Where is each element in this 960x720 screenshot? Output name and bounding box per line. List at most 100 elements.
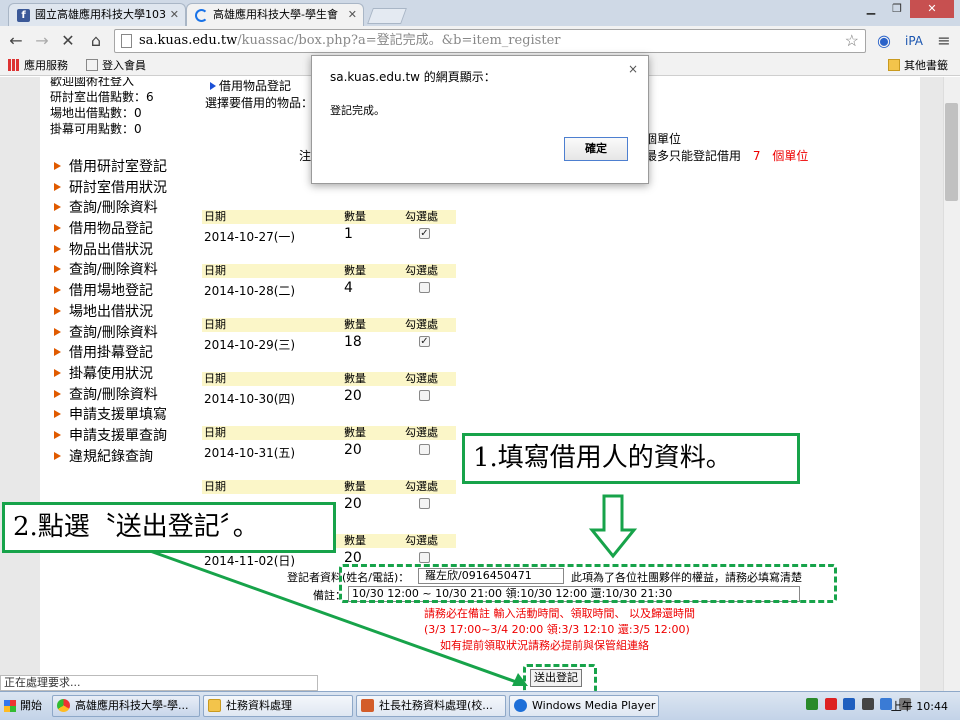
submit-highlight-box: [523, 664, 597, 694]
extension-icon[interactable]: ◉: [874, 31, 894, 50]
dialog-close-icon[interactable]: ×: [628, 62, 638, 76]
folder-icon: [888, 59, 900, 71]
dialog-message: 登記完成。: [330, 104, 385, 117]
day-body: 2014-10-29(三) 18 ✓: [202, 332, 456, 353]
welcome-text: 歡迎國術社登入: [50, 77, 135, 88]
network-icon[interactable]: [806, 698, 818, 710]
close-tab-icon[interactable]: ✕: [348, 4, 357, 26]
room-points: 研討室出借點數：6: [50, 90, 154, 104]
taskbar-item-label: 社務資料處理: [226, 699, 292, 712]
nav-item[interactable]: 物品出借狀況: [54, 240, 167, 261]
day-checkbox[interactable]: [419, 390, 430, 401]
nav-item[interactable]: 查詢/刪除資料: [54, 385, 167, 406]
qty-col-header: 數量: [344, 534, 366, 547]
nav-item[interactable]: 違規紀錄查詢: [54, 447, 167, 468]
minimize-icon[interactable]: ▁: [858, 0, 884, 18]
taskbar-item-powerpoint[interactable]: 社長社務資料處理(校...: [356, 695, 506, 717]
nav-item[interactable]: 查詢/刪除資料: [54, 323, 167, 344]
facebook-icon: f: [17, 9, 30, 22]
nav-item[interactable]: 掛幕使用狀況: [54, 364, 167, 385]
bookmark-apps[interactable]: 應用服務: [8, 59, 68, 73]
day-checkbox[interactable]: ✓: [419, 228, 430, 239]
volume-icon[interactable]: [861, 698, 874, 710]
day-checkbox[interactable]: [419, 498, 430, 509]
check-col-header: 勾選處: [405, 426, 438, 439]
day-date: 2014-10-31(五): [204, 446, 296, 460]
day-row: 日期 數量 勾選處 2014-10-29(三) 18 ✓: [202, 318, 456, 353]
nav-item[interactable]: 借用物品登記: [54, 219, 167, 240]
bookmark-star-icon[interactable]: ☆: [845, 30, 859, 52]
media-player-icon: [514, 699, 527, 712]
bookmark-login[interactable]: 登入會員: [86, 59, 146, 73]
tab-student-union[interactable]: 高雄應用科技大學-學生會 ✕: [186, 3, 364, 26]
menu-icon[interactable]: ≡: [934, 31, 954, 50]
limit-note-text: 最多只能登記借用: [645, 149, 742, 163]
nav-item[interactable]: 借用研討室登記: [54, 157, 167, 178]
choose-item-label: 選擇要借用的物品：: [205, 96, 314, 110]
stop-loading-icon[interactable]: ✕: [58, 31, 78, 50]
chrome-icon: [57, 699, 70, 712]
sidebar-nav: 借用研討室登記 研討室借用狀況 查詢/刪除資料 借用物品登記 物品出借狀況 查詢…: [54, 157, 167, 467]
windows-taskbar: 開始 高雄應用科技大學-學... 社務資料處理 社長社務資料處理(校... Wi…: [0, 691, 960, 720]
nav-item[interactable]: 借用掛幕登記: [54, 343, 167, 364]
date-col-header: 日期: [204, 372, 226, 385]
day-header: 日期 數量 勾選處: [202, 264, 456, 278]
nav-item[interactable]: 申請支援單查詢: [54, 426, 167, 447]
check-col-header: 勾選處: [405, 480, 438, 493]
scrollbar[interactable]: [943, 77, 960, 691]
dialog-ok-button[interactable]: 確定: [564, 137, 628, 161]
nav-item[interactable]: 研討室借用狀況: [54, 178, 167, 199]
taskbar-item-browser[interactable]: 高雄應用科技大學-學...: [52, 695, 200, 717]
nav-item[interactable]: 申請支援單填寫: [54, 405, 167, 426]
bookmark-label: 應用服務: [24, 59, 68, 72]
taskbar-item-media-player[interactable]: Windows Media Player: [509, 695, 659, 717]
status-bar: 正在處理要求...: [0, 675, 318, 691]
nav-item[interactable]: 查詢/刪除資料: [54, 198, 167, 219]
back-arrow-icon[interactable]: ←: [6, 31, 26, 50]
folder-icon: [208, 699, 221, 712]
antivirus-icon[interactable]: [824, 698, 837, 710]
forward-arrow-icon[interactable]: →: [32, 31, 52, 50]
day-checkbox[interactable]: [419, 552, 430, 563]
day-body: 2014-10-30(四) 20: [202, 386, 456, 407]
tab-title: 高雄應用科技大學-學生會: [213, 8, 338, 21]
day-body: 2014-10-28(二) 4: [202, 278, 456, 299]
day-row: 日期 數量 勾選處 2014-10-30(四) 20: [202, 372, 456, 407]
tab-kuas-news[interactable]: f 國立高雄應用科技大學103 ✕: [8, 3, 186, 26]
day-date: 2014-10-28(二): [204, 284, 296, 298]
scrollbar-thumb[interactable]: [945, 103, 958, 201]
day-checkbox[interactable]: ✓: [419, 336, 430, 347]
limit-unit: 個單位: [772, 149, 809, 163]
qty-col-header: 數量: [344, 264, 366, 277]
day-quantity: 20: [344, 442, 362, 458]
taskbar-item-folder[interactable]: 社務資料處理: [203, 695, 353, 717]
home-icon[interactable]: ⌂: [86, 31, 106, 50]
check-col-header: 勾選處: [405, 264, 438, 277]
taskbar-item-label: 社長社務資料處理(校...: [379, 699, 493, 712]
day-checkbox[interactable]: [419, 444, 430, 455]
note-label: 注: [299, 149, 312, 163]
day-row: 日期 數量 勾選處 2014-10-31(五) 20: [202, 426, 456, 461]
new-tab-button[interactable]: [367, 8, 407, 24]
remark-example: (3/3 17:00~3/4 20:00 領:3/3 12:10 還:3/5 1…: [424, 623, 690, 636]
nav-item[interactable]: 場地出借狀況: [54, 302, 167, 323]
ipa-extension-icon[interactable]: iPA: [904, 34, 924, 48]
loading-spinner-icon: [195, 9, 208, 22]
day-quantity: 1: [344, 226, 353, 242]
bookmark-label: 登入會員: [102, 59, 146, 72]
nav-item[interactable]: 查詢/刪除資料: [54, 260, 167, 281]
tab-title: 國立高雄應用科技大學103: [35, 8, 166, 21]
close-tab-icon[interactable]: ✕: [170, 4, 179, 26]
bluetooth-icon[interactable]: [843, 698, 855, 710]
address-bar[interactable]: sa.kuas.edu.tw/kuassac/box.php?a=登記完成。&b…: [114, 29, 866, 53]
taskbar-item-label: Windows Media Player: [532, 699, 656, 712]
window-close-icon[interactable]: ✕: [910, 0, 954, 18]
start-button[interactable]: 開始: [2, 696, 46, 716]
bookmark-other[interactable]: 其他書籤: [888, 59, 948, 73]
day-quantity: 20: [344, 388, 362, 404]
nav-item[interactable]: 借用場地登記: [54, 281, 167, 302]
check-col-header: 勾選處: [405, 534, 438, 547]
maximize-icon[interactable]: ❐: [884, 0, 910, 18]
day-checkbox[interactable]: [419, 282, 430, 293]
unit-text: 個單位: [645, 132, 682, 146]
